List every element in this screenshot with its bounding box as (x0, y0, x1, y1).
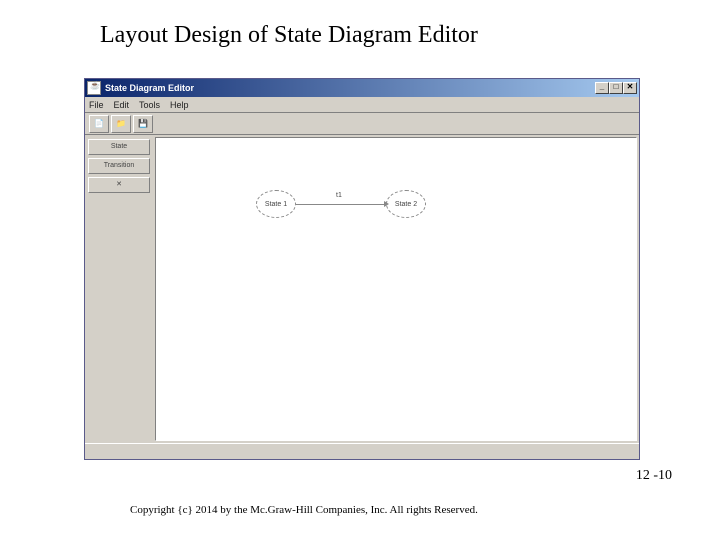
app-window: State Diagram Editor _ □ ✕ File Edit Too… (84, 78, 640, 460)
menu-edit[interactable]: Edit (114, 100, 130, 110)
window-buttons: _ □ ✕ (595, 82, 637, 94)
page-number: 12 -10 (636, 468, 672, 484)
menu-file[interactable]: File (89, 100, 104, 110)
java-icon (87, 81, 101, 95)
state-node-1[interactable]: State 1 (256, 190, 296, 218)
menu-tools[interactable]: Tools (139, 100, 160, 110)
work-area: State Transition ✕ State 1 State 2 t1 (85, 135, 639, 443)
transition-arrowhead-icon (384, 201, 389, 207)
titlebar: State Diagram Editor _ □ ✕ (85, 79, 639, 97)
toolbar: 📄 📁 💾 (85, 113, 639, 135)
copyright-text: Copyright {c} 2014 by the Mc.Graw-Hill C… (130, 504, 478, 516)
state-node-2[interactable]: State 2 (386, 190, 426, 218)
save-file-icon[interactable]: 💾 (133, 115, 153, 133)
minimize-button[interactable]: _ (595, 82, 609, 94)
state-tool-button[interactable]: State (88, 139, 150, 155)
transition-line[interactable] (296, 204, 386, 205)
transition-tool-button[interactable]: Transition (88, 158, 150, 174)
statusbar (85, 443, 639, 459)
window-title: State Diagram Editor (105, 83, 194, 93)
open-file-icon[interactable]: 📁 (111, 115, 131, 133)
maximize-button[interactable]: □ (609, 82, 623, 94)
slide-title: Layout Design of State Diagram Editor (0, 0, 720, 49)
drawing-canvas[interactable]: State 1 State 2 t1 (155, 137, 637, 441)
menu-help[interactable]: Help (170, 100, 189, 110)
new-file-icon[interactable]: 📄 (89, 115, 109, 133)
menubar: File Edit Tools Help (85, 97, 639, 113)
close-button[interactable]: ✕ (623, 82, 637, 94)
delete-tool-button[interactable]: ✕ (88, 177, 150, 193)
tool-palette: State Transition ✕ (85, 135, 153, 443)
transition-label: t1 (336, 192, 342, 199)
